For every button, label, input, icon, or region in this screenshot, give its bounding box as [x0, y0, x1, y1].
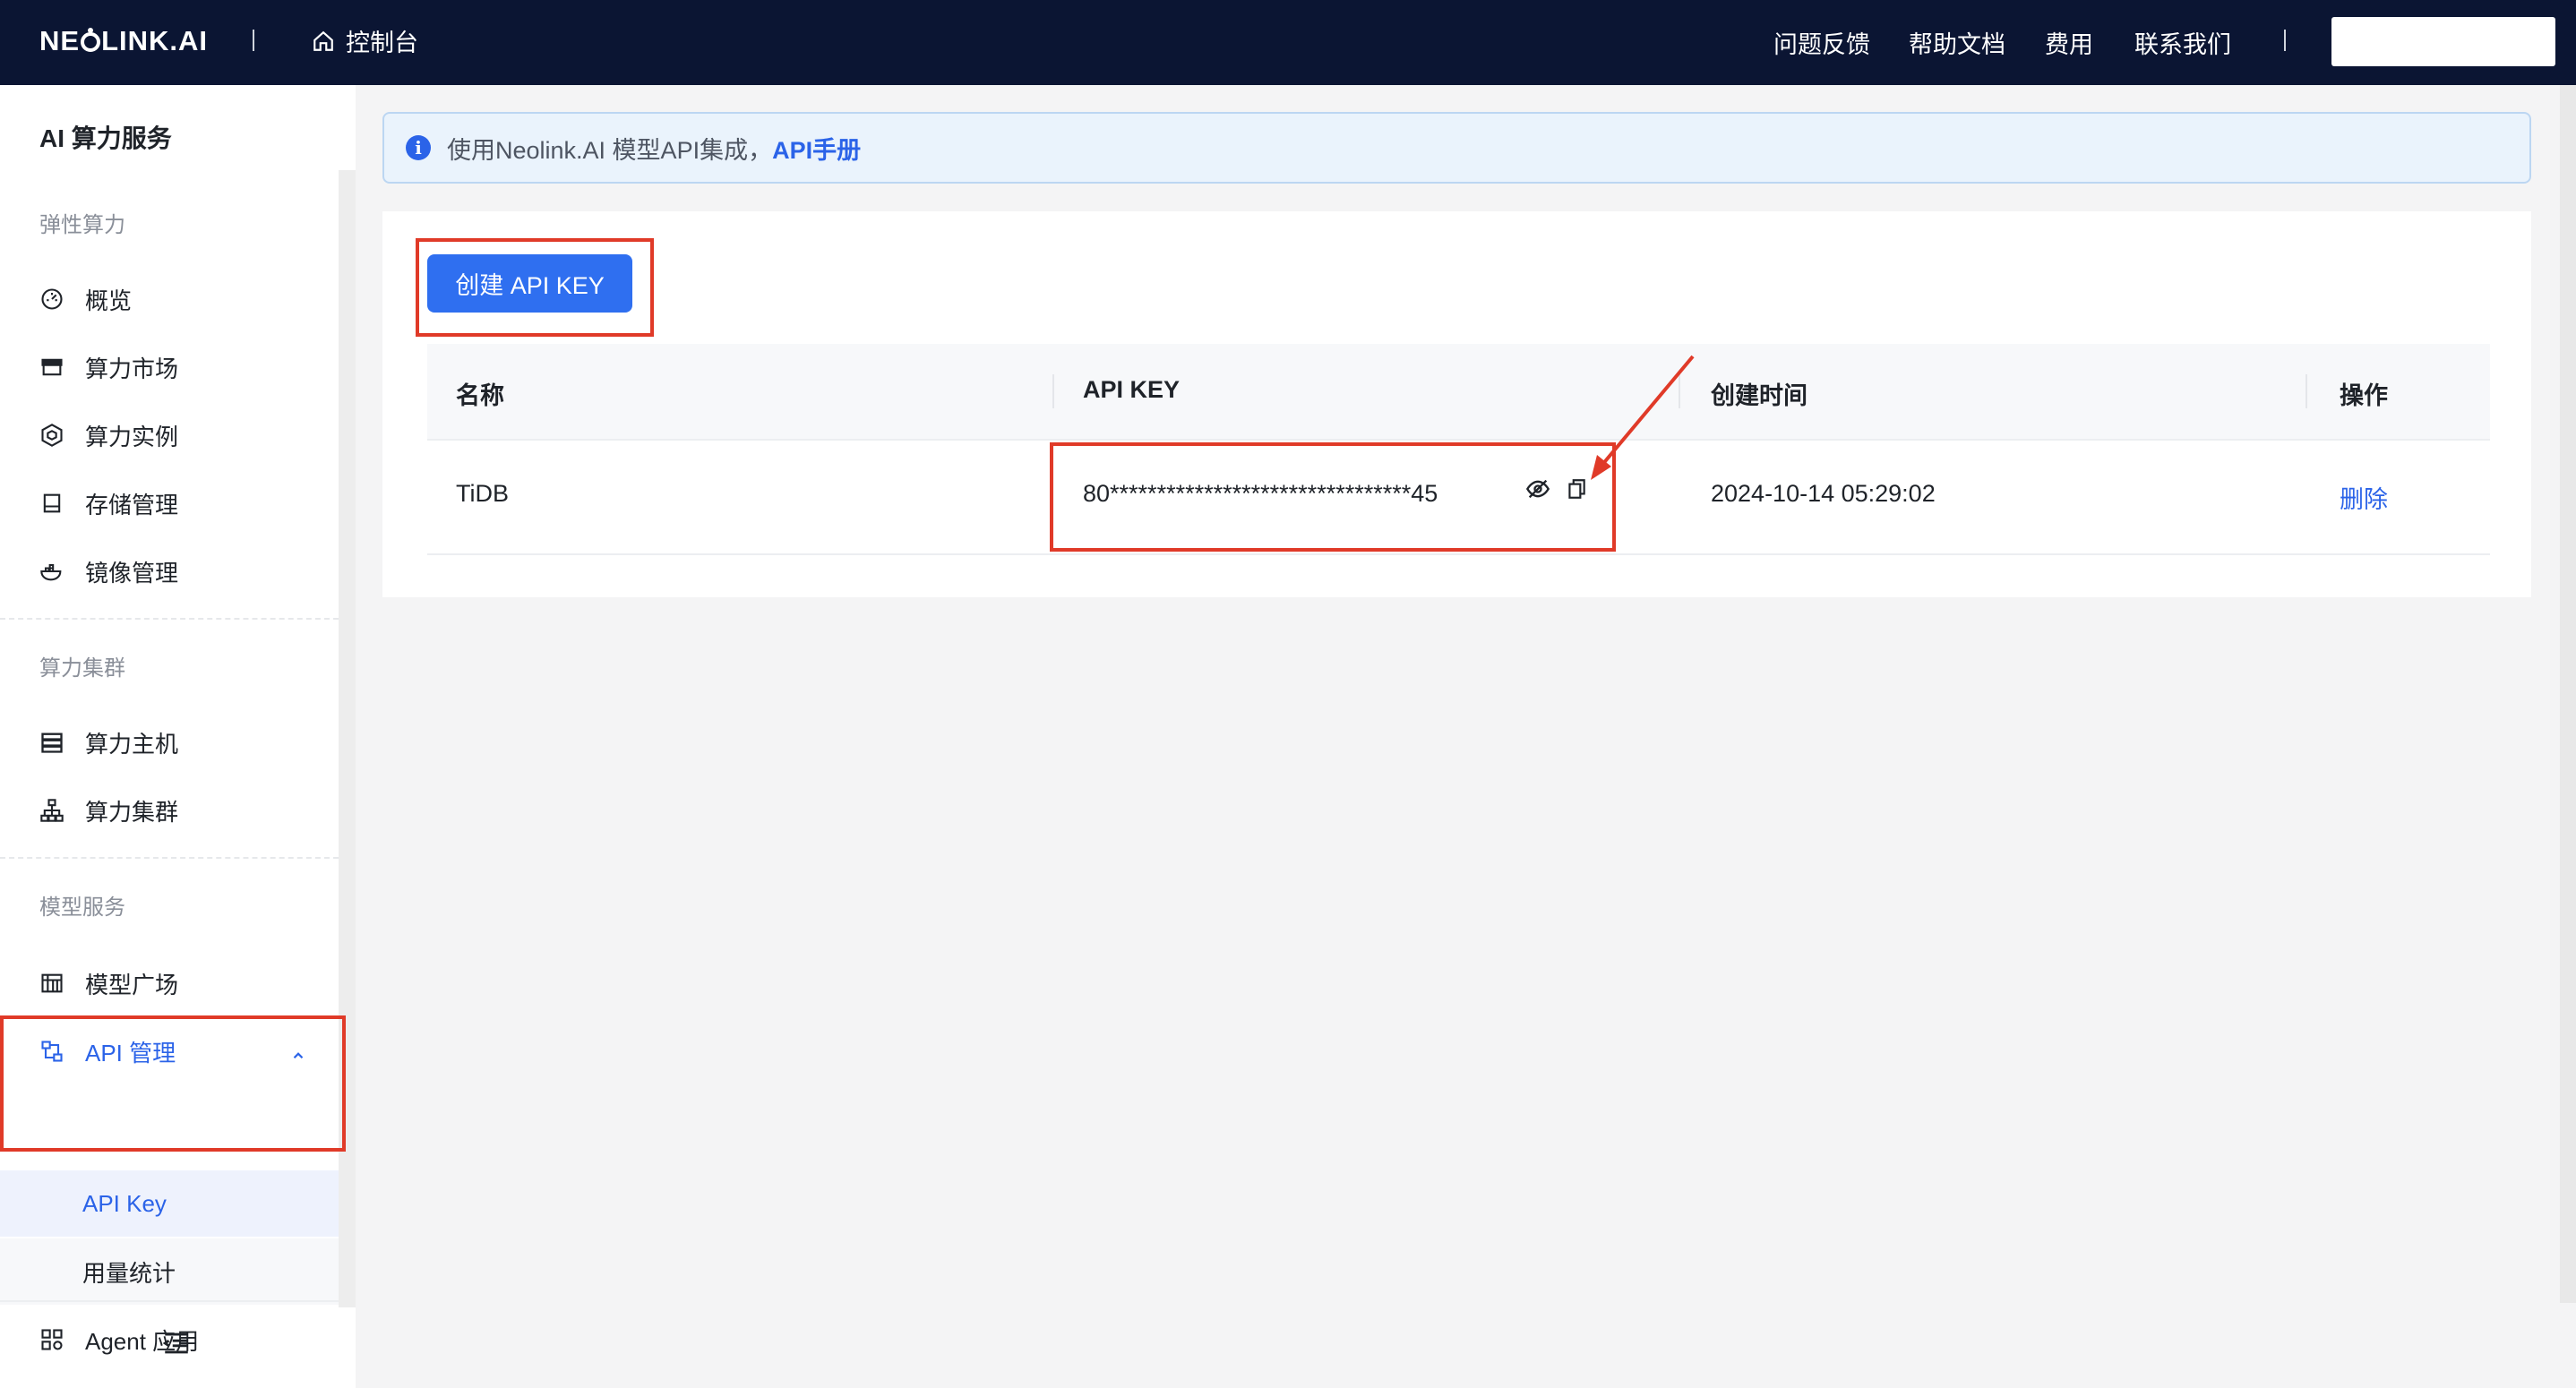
annotation-arrow [1591, 355, 1695, 480]
page-scrollbar[interactable] [2560, 85, 2576, 1303]
